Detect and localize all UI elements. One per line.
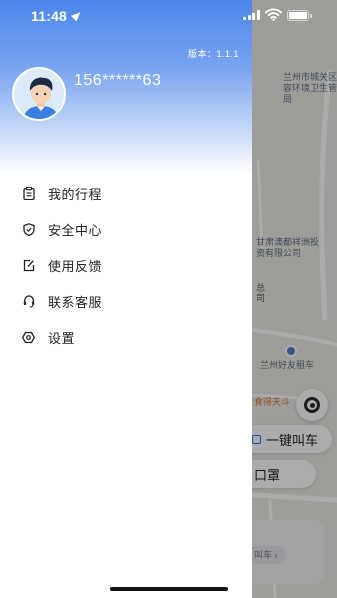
menu-label-my-trips: 我的行程 <box>48 186 103 202</box>
menu-label-settings: 设置 <box>48 330 76 346</box>
wifi-icon <box>265 8 282 21</box>
gear-icon <box>22 331 35 344</box>
menu-item-safety-center[interactable]: 安全中心 <box>0 211 252 247</box>
menu-item-feedback[interactable]: 使用反馈 <box>0 247 252 283</box>
cellular-signal-icon <box>243 10 260 20</box>
drawer-menu: 我的行程 安全中心 使用反馈 联系客服 设置 <box>0 175 252 355</box>
side-drawer: 版本：1.1.1 156******63 我的行程 安全中心 使用反馈 联系客服… <box>0 0 252 598</box>
home-indicator[interactable] <box>110 587 228 591</box>
status-bar: 11:48 <box>0 0 337 32</box>
avatar[interactable] <box>12 67 66 121</box>
menu-label-safety-center: 安全中心 <box>48 222 103 238</box>
battery-icon <box>287 10 312 21</box>
menu-label-customer-service: 联系客服 <box>48 294 103 310</box>
location-arrow-icon <box>70 9 84 22</box>
shield-icon <box>22 222 35 236</box>
headset-icon <box>22 294 35 308</box>
menu-item-customer-service[interactable]: 联系客服 <box>0 283 252 319</box>
status-time: 11:48 <box>31 8 68 24</box>
app-version: 版本：1.1.1 <box>187 49 239 59</box>
user-phone[interactable]: 156******63 <box>74 72 161 90</box>
menu-label-feedback: 使用反馈 <box>48 258 103 274</box>
trip-list-icon <box>22 186 35 200</box>
menu-item-my-trips[interactable]: 我的行程 <box>0 175 252 211</box>
menu-item-settings[interactable]: 设置 <box>0 319 252 355</box>
feedback-edit-icon <box>22 259 35 272</box>
user-avatar-icon <box>14 69 64 119</box>
